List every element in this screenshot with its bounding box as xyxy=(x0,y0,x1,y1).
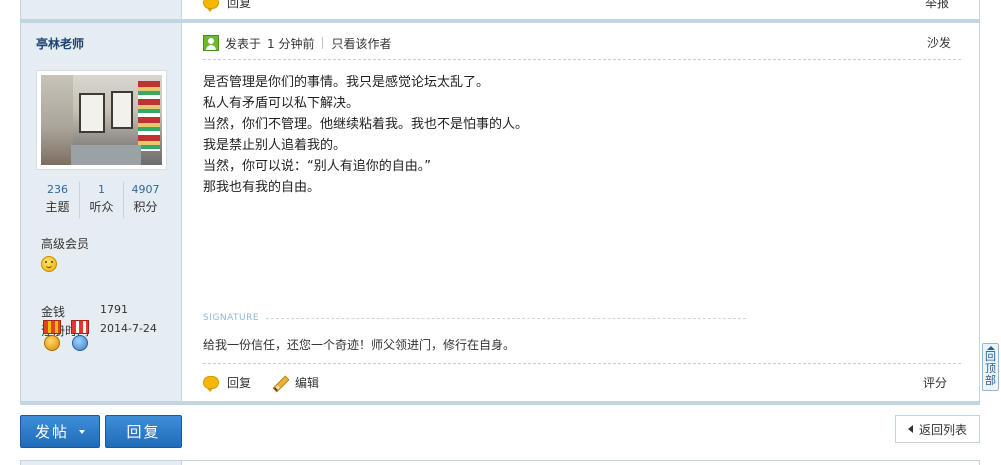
divider xyxy=(203,59,961,60)
back-to-top-label: 回顶部 xyxy=(985,350,996,387)
new-post-button[interactable]: 发帖 xyxy=(20,415,100,448)
body-line: 私人有矛盾可以私下解决。 xyxy=(203,96,360,111)
stat-topics-value[interactable]: 236 xyxy=(36,182,79,198)
rate-button[interactable]: 评分 xyxy=(923,374,947,391)
medal-icon[interactable] xyxy=(69,320,91,354)
body-line: 那我也有我的自由。 xyxy=(203,180,321,195)
divider xyxy=(203,363,961,364)
avatar-image xyxy=(41,75,162,165)
stat-followers-value[interactable]: 1 xyxy=(80,182,123,198)
reply-button[interactable]: 回复 xyxy=(203,374,252,392)
author-stats: 236 主题 1 听众 4907 积分 xyxy=(36,182,167,218)
chevron-down-icon xyxy=(79,429,85,434)
stat-followers-label: 听众 xyxy=(89,200,114,214)
signature-divider xyxy=(266,318,746,319)
post-separator xyxy=(20,401,980,405)
money-label: 金钱 xyxy=(41,305,66,319)
posted-time: 1 分钟前 xyxy=(267,36,315,51)
stat-topics-label: 主题 xyxy=(45,200,70,214)
body-line: 是否管理是你们的事情。我只是感觉论坛太乱了。 xyxy=(203,75,490,90)
stat-points-label: 积分 xyxy=(133,200,158,214)
medals xyxy=(41,320,91,354)
user-group[interactable]: 高级会员 xyxy=(41,235,89,252)
signature-text: 给我一份信任，还您一个奇迹！师父领进门，修行在自身。 xyxy=(203,338,516,352)
stat-topics[interactable]: 236 主题 xyxy=(36,182,80,218)
reply-bubble-icon xyxy=(203,0,219,12)
post-actions: 回复 编辑 xyxy=(203,374,341,392)
new-post-label: 发帖 xyxy=(34,423,69,441)
only-author-link[interactable]: 只看该作者 xyxy=(331,35,391,52)
stat-followers[interactable]: 1 听众 xyxy=(80,182,124,218)
body-line: 当然，你们不管理。他继续粘着我。我也不是怕事的人。 xyxy=(203,117,529,132)
author-name[interactable]: 亭林老师 xyxy=(36,35,84,52)
post-body: 是否管理是你们的事情。我只是感觉论坛太乱了。 私人有矛盾可以私下解决。 当然，你… xyxy=(203,72,943,198)
previous-post-sidebar xyxy=(21,0,182,20)
body-line: 当然，你可以说：“别人有追你的自由。” xyxy=(203,159,431,174)
back-to-list-label: 返回列表 xyxy=(918,422,967,437)
reply-label: 回复 xyxy=(227,376,252,390)
floor-number[interactable]: 沙发 xyxy=(927,34,951,51)
money-value: 1791 xyxy=(100,303,128,316)
author-sidebar: 亭林老师 236 主题 1 听众 4907 积分 高级会员 金钱 1791 注册… xyxy=(21,23,182,401)
next-post-sidebar xyxy=(21,461,182,465)
previous-post-reply-label: 回复 xyxy=(227,0,252,10)
medal-icon[interactable] xyxy=(41,320,63,354)
smiley-rank-icon xyxy=(41,256,57,272)
post-meta: 发表于 1 分钟前 只看该作者 沙发 xyxy=(203,34,961,52)
money-row: 金钱 1791 xyxy=(41,303,128,320)
previous-post-reply-button[interactable]: 回复 xyxy=(203,0,252,12)
arrow-left-icon xyxy=(907,425,913,433)
previous-post-report-link[interactable]: 举报 xyxy=(925,0,949,11)
edit-label: 编辑 xyxy=(295,376,320,390)
meta-divider xyxy=(322,37,324,49)
body-line: 我是禁止别人追着我的。 xyxy=(203,138,347,153)
edit-button[interactable]: 编辑 xyxy=(273,374,319,391)
reply-bubble-icon xyxy=(203,376,219,392)
posted-prefix: 发表于 xyxy=(225,36,262,51)
signature-label: SIGNATURE xyxy=(203,313,260,323)
post-content: 发表于 1 分钟前 只看该作者 沙发 是否管理是你们的事情。我只是感觉论坛太乱了… xyxy=(203,23,961,401)
stat-points-value[interactable]: 4907 xyxy=(124,182,167,198)
post: 亭林老师 236 主题 1 听众 4907 积分 高级会员 金钱 1791 注册… xyxy=(20,23,980,401)
stat-points[interactable]: 4907 积分 xyxy=(124,182,167,218)
back-to-list-button[interactable]: 返回列表 xyxy=(895,415,980,443)
online-user-icon xyxy=(203,35,219,51)
avatar[interactable] xyxy=(36,70,167,170)
pencil-icon xyxy=(273,376,287,390)
back-to-top-button[interactable]: 回顶部 xyxy=(982,343,999,391)
previous-post: 回复 举报 xyxy=(20,0,980,20)
reply-thread-button[interactable]: 回复 xyxy=(105,415,182,448)
next-post xyxy=(20,460,980,465)
register-value: 2014-7-24 xyxy=(100,322,157,335)
